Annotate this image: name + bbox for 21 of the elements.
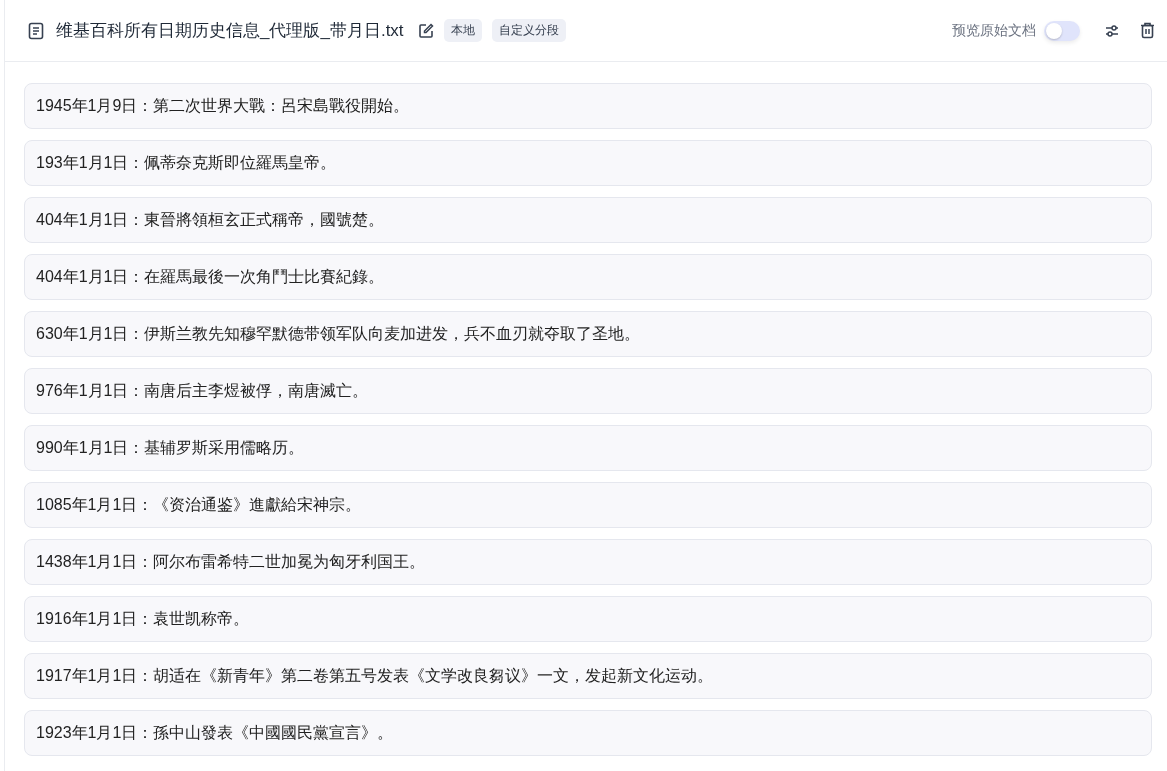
file-name: 维基百科所有日期历史信息_代理版_带月日.txt: [56, 20, 404, 42]
segment-card[interactable]: 404年1月1日：東晉將領桓玄正式稱帝，國號楚。: [24, 197, 1152, 243]
settings-icon[interactable]: [1104, 22, 1120, 39]
tag: 自定义分段: [491, 19, 566, 42]
segment-card[interactable]: 1945年1月9日：第二次世界大戰：呂宋島戰役開始。: [24, 83, 1152, 129]
preview-label: 预览原始文档: [952, 21, 1036, 40]
delete-icon[interactable]: [1140, 22, 1155, 39]
document-icon: [28, 21, 44, 40]
segment-card[interactable]: 404年1月1日：在羅馬最後一次角鬥士比賽紀錄。: [24, 254, 1152, 300]
edit-icon[interactable]: [417, 22, 434, 39]
segment-card[interactable]: 1916年1月1日：袁世凯称帝。: [24, 596, 1152, 642]
tag: 本地: [443, 19, 482, 42]
segment-card[interactable]: 1438年1月1日：阿尔布雷希特二世加冕为匈牙利国王。: [24, 539, 1152, 585]
segment-card[interactable]: 1085年1月1日：《资治通鉴》進獻給宋神宗。: [24, 482, 1152, 528]
preview-toggle[interactable]: [1044, 20, 1080, 41]
segment-card[interactable]: 976年1月1日：南唐后主李煜被俘，南唐滅亡。: [24, 368, 1152, 414]
segment-card[interactable]: 990年1月1日：基辅罗斯采用儒略历。: [24, 425, 1152, 471]
segment-card[interactable]: 1917年1月1日：胡适在《新青年》第二卷第五号发表《文学改良芻议》一文，发起新文化运动。: [24, 653, 1152, 699]
segment-card[interactable]: 630年1月1日：伊斯兰教先知穆罕默德带领军队向麦加进发，兵不血刃就夺取了圣地。: [24, 311, 1152, 357]
segment-card[interactable]: 193年1月1日：佩蒂奈克斯即位羅馬皇帝。: [24, 140, 1152, 186]
segment-card[interactable]: 1923年1月1日：孫中山發表《中國國民黨宣言》。: [24, 710, 1152, 756]
